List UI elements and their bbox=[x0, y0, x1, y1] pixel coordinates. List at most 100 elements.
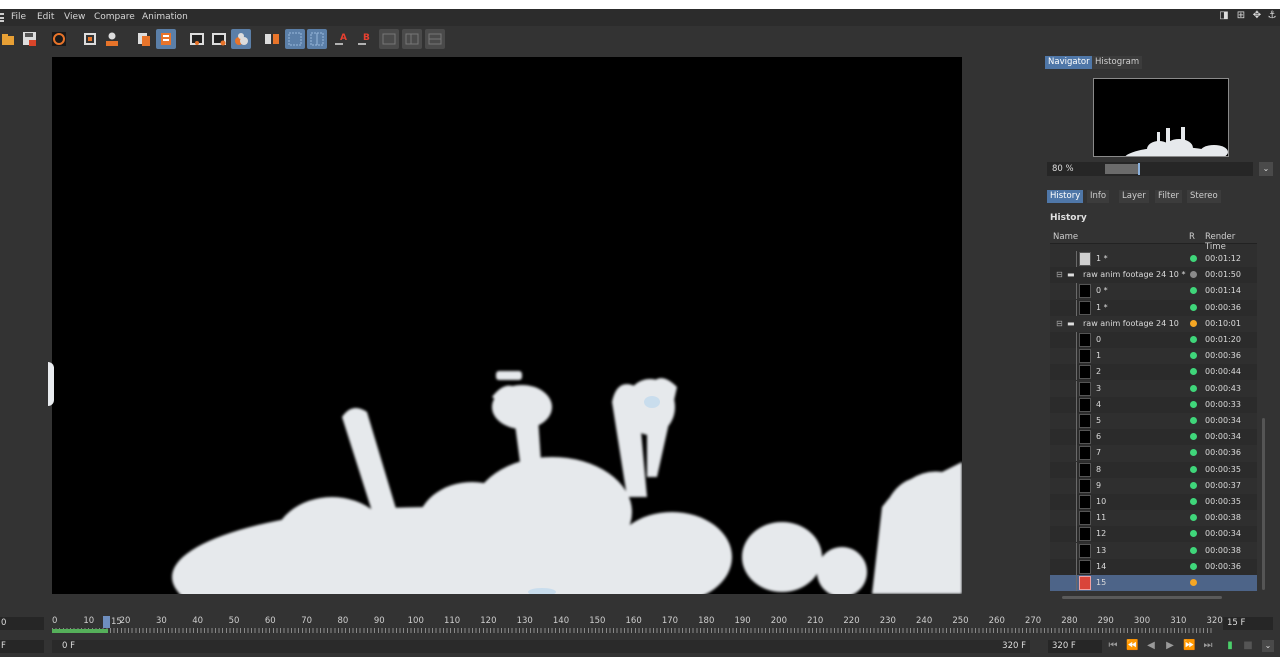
view-single-icon[interactable] bbox=[187, 29, 207, 49]
chevron-down-icon[interactable]: ⌄ bbox=[1259, 162, 1273, 176]
layout-1-icon[interactable] bbox=[379, 29, 399, 49]
column-name[interactable]: Name bbox=[1053, 232, 1078, 242]
timeline-menu-icon[interactable]: ⌄ bbox=[1262, 640, 1274, 652]
crop-icon[interactable] bbox=[80, 29, 100, 49]
layers-icon[interactable] bbox=[156, 29, 176, 49]
end-frame-field[interactable]: 320 F bbox=[1048, 640, 1102, 653]
set-a-icon[interactable]: A bbox=[332, 29, 352, 49]
view-region-icon[interactable] bbox=[209, 29, 229, 49]
open-icon[interactable] bbox=[0, 29, 20, 49]
column-render-time[interactable]: Render Time bbox=[1205, 232, 1257, 252]
menu-file[interactable]: File bbox=[11, 12, 26, 22]
tree-line bbox=[1076, 461, 1077, 478]
current-frame-marker[interactable] bbox=[103, 616, 110, 628]
start-frame-field[interactable]: 0 bbox=[0, 617, 44, 630]
history-row[interactable]: 7 00:00:36 bbox=[1050, 445, 1257, 462]
record-icon[interactable]: ■ bbox=[1242, 640, 1254, 652]
go-to-start-icon[interactable]: ⏮ bbox=[1107, 640, 1119, 652]
collapse-icon[interactable]: ⊟ bbox=[1056, 270, 1063, 279]
render-status-dot bbox=[1190, 271, 1197, 279]
history-row[interactable]: 12 00:00:34 bbox=[1050, 526, 1257, 543]
history-row[interactable]: 0 00:01:20 bbox=[1050, 332, 1257, 348]
split-vertical-icon[interactable] bbox=[307, 29, 327, 49]
range-start: 0 F bbox=[62, 641, 75, 651]
render-time: 00:01:50 bbox=[1205, 270, 1241, 280]
history-folder-row[interactable]: ⊟ ▬ raw anim footage 24 10 00:10:01 bbox=[1050, 316, 1257, 332]
layout-3-icon[interactable] bbox=[425, 29, 445, 49]
menu-compare[interactable]: Compare bbox=[94, 12, 135, 22]
history-folder-row[interactable]: ⊟ ▬ raw anim footage 24 10 * 00:01:50 bbox=[1050, 267, 1257, 284]
menu-edit[interactable]: Edit bbox=[37, 12, 54, 22]
pin-icon[interactable]: ⚓ bbox=[1267, 11, 1277, 21]
history-row[interactable]: 3 00:00:43 bbox=[1050, 380, 1257, 397]
history-row[interactable]: 0 * 00:01:14 bbox=[1050, 283, 1257, 300]
frame-thumbnail bbox=[1079, 252, 1091, 266]
render-time: 00:10:01 bbox=[1205, 318, 1241, 328]
history-row-name: 15 bbox=[1096, 578, 1107, 587]
render-time: 00:00:37 bbox=[1205, 480, 1241, 490]
tab-info[interactable]: Info bbox=[1087, 190, 1110, 203]
history-row[interactable]: 5 00:00:34 bbox=[1050, 413, 1257, 429]
history-row[interactable]: 1 * 00:01:12 bbox=[1050, 251, 1257, 267]
compare-icon[interactable] bbox=[231, 29, 251, 49]
hamburger-icon[interactable] bbox=[0, 13, 4, 22]
move-icon[interactable]: ✥ bbox=[1252, 11, 1262, 21]
history-row[interactable]: 15 bbox=[1050, 575, 1257, 591]
history-horizontal-scrollbar[interactable] bbox=[1050, 595, 1257, 601]
history-row-name: 4 bbox=[1096, 399, 1102, 409]
layout-2-icon[interactable] bbox=[402, 29, 422, 49]
tab-histogram[interactable]: Histogram bbox=[1092, 56, 1143, 69]
tab-history[interactable]: History bbox=[1047, 190, 1084, 203]
navigator-thumbnail[interactable] bbox=[1093, 78, 1229, 157]
step-forward-icon[interactable]: ⏩ bbox=[1183, 640, 1195, 652]
stamp-icon[interactable] bbox=[102, 29, 122, 49]
copy-icon[interactable] bbox=[134, 29, 154, 49]
left-frame-field[interactable]: F bbox=[0, 640, 44, 653]
rendered-image bbox=[172, 371, 962, 594]
range-bar[interactable]: 0 F 320 F bbox=[52, 640, 1030, 653]
zoom-field[interactable]: 80 % bbox=[1047, 162, 1105, 176]
tab-layer[interactable]: Layer bbox=[1119, 190, 1149, 203]
play-forward-icon[interactable]: ▶ bbox=[1164, 640, 1176, 652]
history-row[interactable]: 4 00:00:33 bbox=[1050, 396, 1257, 413]
history-row[interactable]: 6 00:00:34 bbox=[1050, 429, 1257, 446]
history-table: Name R Render Time 1 * 00:01:12 ⊟ ▬ raw anim… bbox=[1050, 229, 1257, 591]
zoom-slider[interactable] bbox=[1105, 162, 1253, 176]
render-viewport[interactable] bbox=[52, 57, 962, 594]
timeline-tick-label: 240 bbox=[916, 616, 933, 626]
history-row[interactable]: 2 00:00:44 bbox=[1050, 364, 1257, 381]
loop-icon[interactable]: ▮ bbox=[1224, 640, 1236, 652]
play-backward-icon[interactable]: ◀ bbox=[1145, 640, 1157, 652]
save-icon[interactable] bbox=[20, 29, 40, 49]
history-row[interactable]: 13 00:00:38 bbox=[1050, 542, 1257, 559]
history-row[interactable]: 9 00:00:37 bbox=[1050, 477, 1257, 494]
history-row[interactable]: 1 00:00:36 bbox=[1050, 348, 1257, 365]
history-row[interactable]: 11 00:00:38 bbox=[1050, 510, 1257, 527]
render-status-dot bbox=[1190, 465, 1197, 473]
current-frame-field[interactable]: 15 F bbox=[1223, 617, 1273, 630]
history-row[interactable]: 1 * 00:00:36 bbox=[1050, 299, 1257, 316]
column-r[interactable]: R bbox=[1189, 232, 1195, 242]
menu-view[interactable]: View bbox=[64, 12, 85, 22]
render-icon[interactable] bbox=[49, 29, 69, 49]
tab-filter[interactable]: Filter bbox=[1155, 190, 1183, 203]
add-panel-icon[interactable]: ⊞ bbox=[1236, 11, 1246, 21]
render-status-dot bbox=[1190, 481, 1197, 489]
menu-animation[interactable]: Animation bbox=[142, 12, 188, 22]
zoom-slider-knob[interactable] bbox=[1137, 163, 1140, 175]
collapse-icon[interactable]: ⊟ bbox=[1056, 319, 1063, 328]
history-vertical-scrollbar[interactable] bbox=[1262, 418, 1265, 590]
tab-navigator[interactable]: Navigator bbox=[1045, 56, 1093, 69]
split-horizontal-icon[interactable] bbox=[285, 29, 305, 49]
history-row[interactable]: 8 00:00:35 bbox=[1050, 461, 1257, 478]
history-row[interactable]: 14 00:00:36 bbox=[1050, 558, 1257, 575]
set-b-icon[interactable]: B bbox=[355, 29, 375, 49]
tab-stereo[interactable]: Stereo bbox=[1187, 190, 1221, 203]
history-row-name: 12 bbox=[1096, 529, 1107, 539]
history-row[interactable]: 10 00:00:35 bbox=[1050, 494, 1257, 510]
panel-layout-icon[interactable]: ◨ bbox=[1219, 11, 1229, 21]
ab-swap-icon[interactable] bbox=[262, 29, 282, 49]
step-back-icon[interactable]: ⏪ bbox=[1126, 640, 1138, 652]
history-row-name: 1 * bbox=[1096, 302, 1108, 312]
go-to-end-icon[interactable]: ⏭ bbox=[1202, 640, 1214, 652]
